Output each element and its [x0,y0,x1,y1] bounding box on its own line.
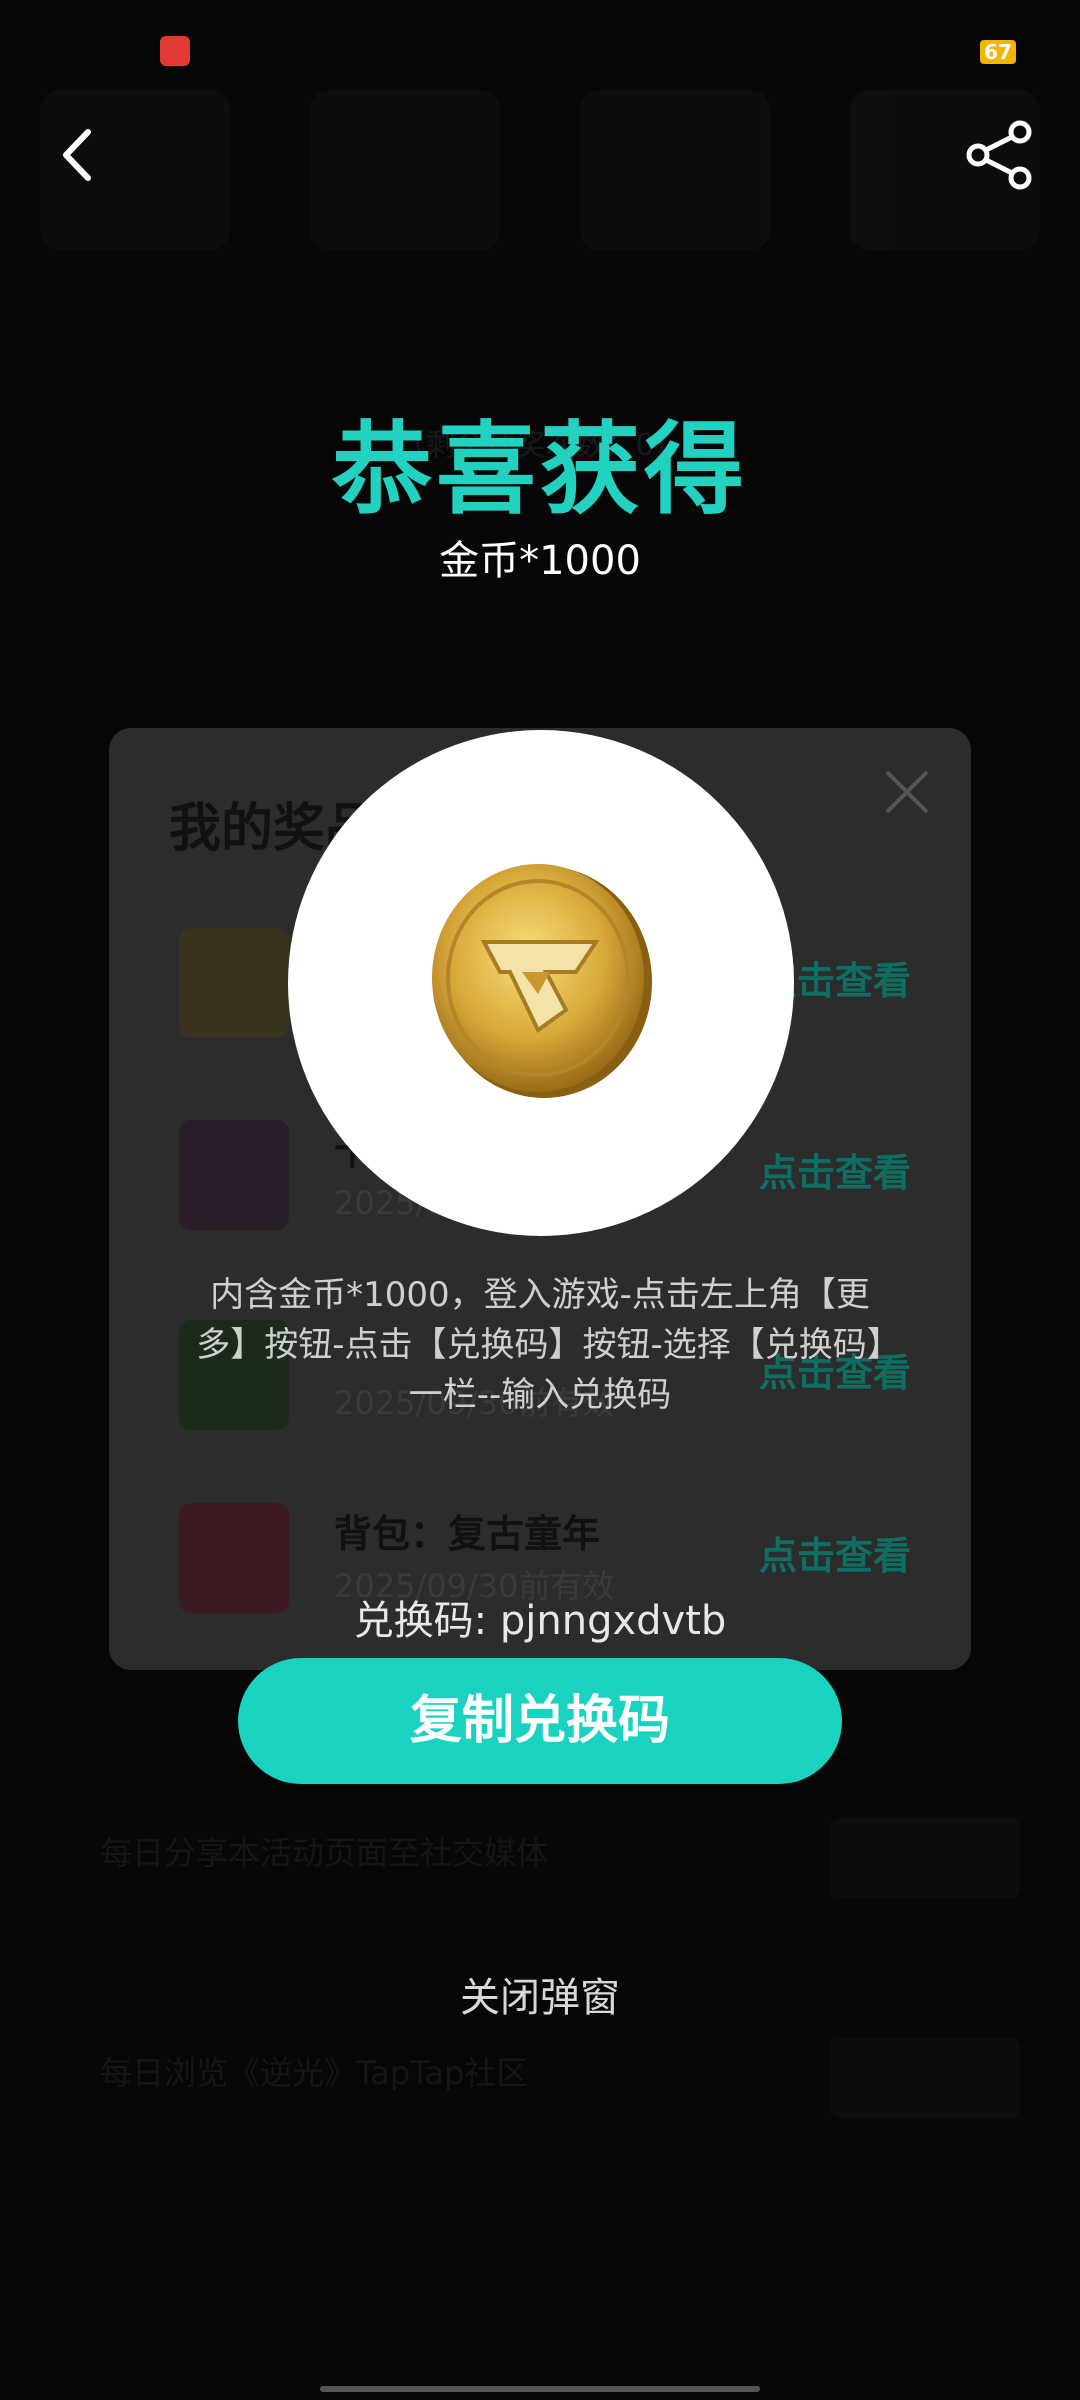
reward-text: 金币*1000 [439,538,641,584]
task-text: 每日浏览《逆光》TapTap社区 [100,2054,529,2092]
task-status-button [830,1818,1020,1898]
prize-name: 背包：复古童年 [334,1512,601,1556]
view-prize-link: 点击查看 [758,1151,911,1195]
task-status-button [830,2038,1020,2118]
share-icon [966,120,1032,190]
coin-thumbnail [179,928,289,1038]
close-icon [885,770,929,814]
bg-icon-leaf [580,90,770,250]
task-row: 每日分享本活动页面至社交媒体 [70,1818,1040,1918]
reward-image-circle [288,730,794,1236]
feather-thumbnail [179,1120,289,1230]
bg-icon-feather [310,90,500,250]
back-button[interactable] [48,120,118,190]
close-popup-button[interactable]: 关闭弹窗 [0,1965,1080,2023]
home-indicator[interactable] [320,2386,760,2392]
view-prize-link: 点击查看 [758,1534,911,1578]
copy-code-button[interactable]: 复制兑换码 [238,1658,842,1784]
share-button[interactable] [960,120,1040,190]
back-arrow-icon [63,129,91,181]
background-top-icons [40,90,1040,250]
gold-coin-icon [432,864,652,1098]
redeem-code: 兑换码: pjnngxdvtb [353,1598,727,1644]
congrats-headline: 恭喜获得 [332,411,748,528]
task-text: 每日分享本活动页面至社交媒体 [100,1834,549,1872]
task-row: 每日浏览《逆光》TapTap社区 [70,2038,1040,2138]
reward-description: 内含金币*1000，登入游戏-点击左上角【更多】按钮-点击【兑换码】按钮-选择【… [196,1275,884,1415]
